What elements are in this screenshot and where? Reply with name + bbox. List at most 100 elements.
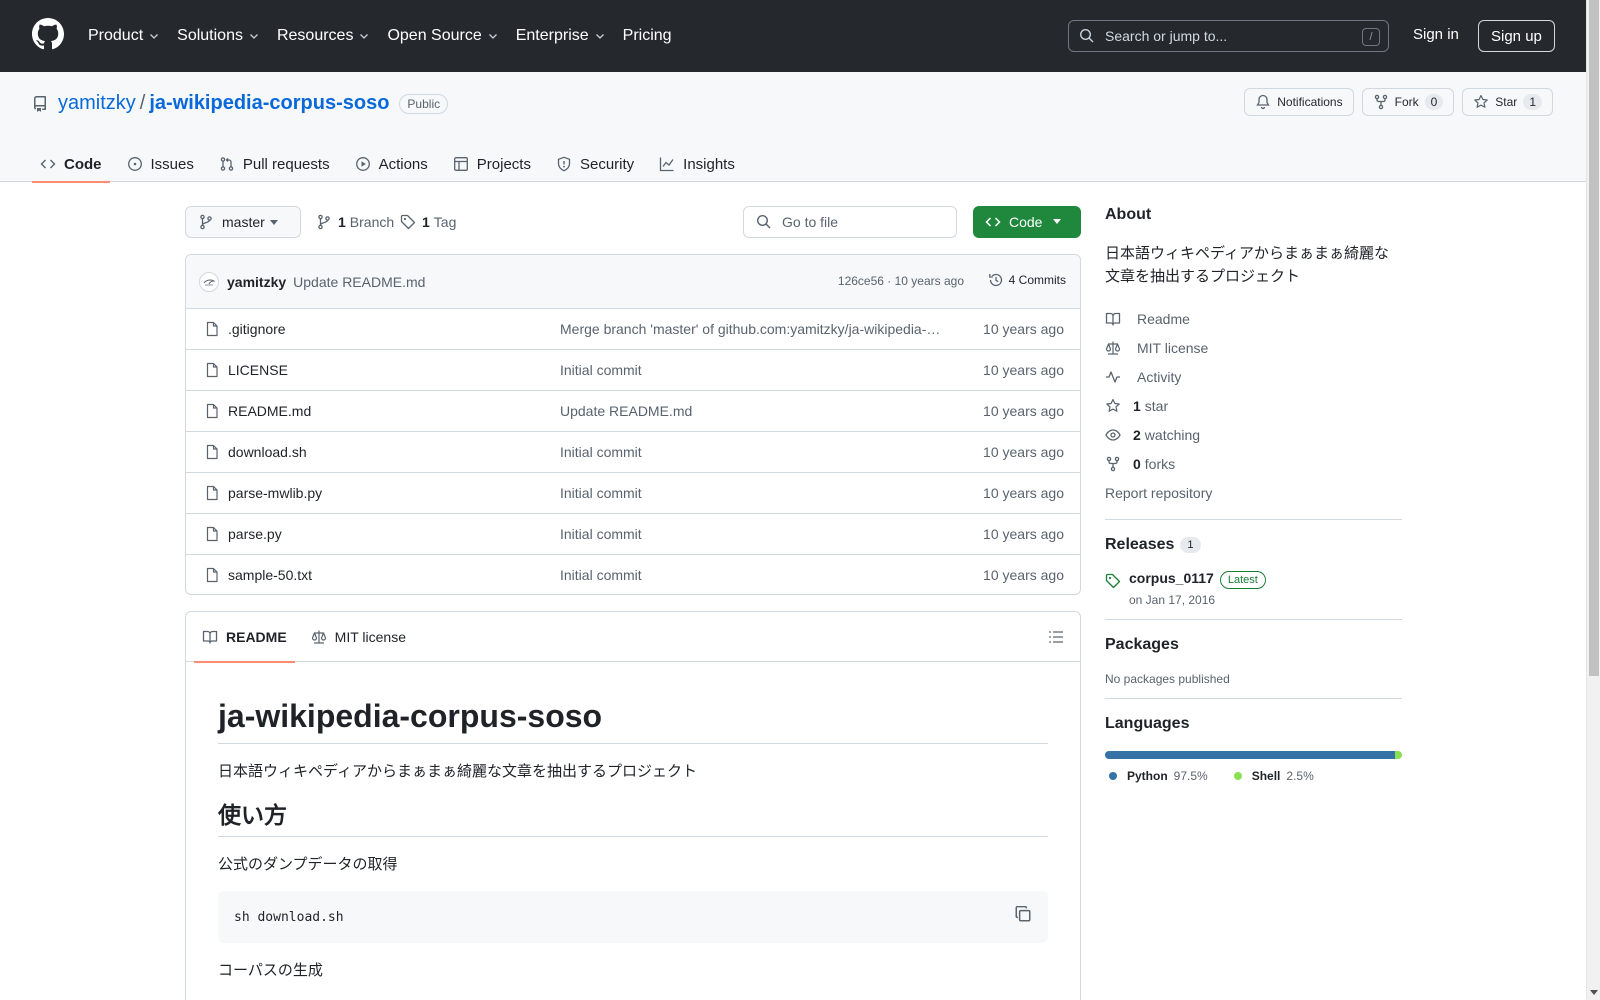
github-logo-icon[interactable] — [32, 18, 64, 50]
commits-link[interactable]: 4 Commits — [988, 272, 1066, 288]
tab-actions[interactable]: Actions — [347, 146, 436, 182]
language-python[interactable]: Python 97.5% — [1105, 769, 1208, 783]
sign-up-button[interactable]: Sign up — [1478, 20, 1555, 52]
commit-sha-date[interactable]: 126ce56 · 10 years ago — [838, 274, 964, 288]
branches-link[interactable]: 1 Branch — [316, 214, 394, 230]
nav-label: Enterprise — [515, 27, 589, 44]
fork-button[interactable]: Fork 0 — [1361, 88, 1455, 116]
file-name-link[interactable]: download.sh — [228, 444, 307, 460]
scroll-down-arrow-icon[interactable] — [1590, 988, 1598, 996]
readme-link[interactable]: Readme — [1105, 304, 1402, 333]
tab-pull-requests[interactable]: Pull requests — [211, 146, 338, 182]
tab-code[interactable]: Code — [32, 146, 110, 183]
chevron-down-icon — [595, 34, 604, 39]
tags-link[interactable]: 1 Tag — [400, 214, 456, 230]
commit-message-link[interactable]: Update README.md — [293, 274, 425, 290]
global-header: Product Solutions Resources Open Source … — [0, 0, 1586, 72]
notifications-label: Notifications — [1277, 95, 1343, 109]
file-commit-message[interactable]: Initial commit — [560, 485, 945, 501]
nav-resources[interactable]: Resources — [277, 27, 370, 45]
language-dot — [1109, 772, 1117, 780]
file-commit-message[interactable]: Initial commit — [560, 444, 945, 460]
file-date: 10 years ago — [983, 321, 1064, 337]
repo-title: yamitzky / ja-wikipedia-corpus-soso Publ… — [32, 92, 449, 115]
scrollbar-thumb[interactable] — [1589, 0, 1599, 676]
file-commit-message[interactable]: Initial commit — [560, 362, 945, 378]
copy-icon[interactable] — [1014, 905, 1032, 923]
forks-link[interactable]: 0 forks — [1105, 449, 1402, 478]
book-icon — [202, 630, 218, 644]
law-icon — [311, 630, 326, 644]
packages-heading[interactable]: Packages — [1105, 636, 1402, 654]
tab-issues[interactable]: Issues — [119, 146, 202, 182]
activity-link[interactable]: Activity — [1105, 362, 1402, 391]
page-scrollbar[interactable] — [1586, 0, 1600, 1000]
repo-name-link[interactable]: ja-wikipedia-corpus-soso — [149, 92, 389, 115]
nav-product[interactable]: Product — [88, 27, 160, 45]
caret-down-icon — [270, 220, 278, 225]
code-button-label: Code — [1009, 214, 1043, 230]
star-label: Star — [1495, 95, 1518, 109]
file-commit-message[interactable]: Initial commit — [560, 526, 945, 542]
tab-license[interactable]: MIT license — [303, 612, 414, 662]
tab-label: Insights — [683, 155, 735, 173]
book-icon — [1105, 312, 1121, 326]
branch-select[interactable]: master — [185, 206, 301, 238]
file-icon — [206, 403, 218, 419]
tab-insights[interactable]: Insights — [651, 146, 743, 182]
file-name-link[interactable]: sample-50.txt — [228, 567, 312, 583]
nav-solutions[interactable]: Solutions — [177, 27, 260, 45]
code-dropdown-button[interactable]: Code — [973, 206, 1081, 238]
notifications-button[interactable]: Notifications — [1244, 88, 1354, 116]
nav-enterprise[interactable]: Enterprise — [516, 27, 606, 45]
tab-projects[interactable]: Projects — [445, 146, 539, 182]
stars-link[interactable]: 1 star — [1105, 391, 1402, 420]
file-date: 10 years ago — [983, 567, 1064, 583]
tab-readme[interactable]: README — [194, 612, 295, 663]
nav-label: Resources — [276, 27, 354, 44]
code-text: sh download.sh — [234, 909, 344, 925]
file-commit-message[interactable]: Initial commit — [560, 567, 945, 583]
license-link[interactable]: MIT license — [1105, 333, 1402, 362]
file-commit-message[interactable]: Update README.md — [560, 403, 945, 419]
tab-security[interactable]: Security — [548, 146, 642, 182]
nav-open-source[interactable]: Open Source — [387, 27, 498, 45]
file-name-link[interactable]: parse-mwlib.py — [228, 485, 322, 501]
language-name: Shell — [1251, 769, 1281, 783]
global-search-input[interactable]: Search or jump to... / — [1068, 20, 1389, 52]
go-to-file-input[interactable]: Go to file — [743, 206, 957, 238]
language-shell[interactable]: Shell 2.5% — [1230, 769, 1314, 783]
commit-author-link[interactable]: yamitzky — [227, 274, 286, 290]
report-repository-link[interactable]: Report repository — [1105, 478, 1402, 507]
watchers-link[interactable]: 2 watching — [1105, 420, 1402, 449]
tab-label: Issues — [150, 155, 194, 173]
nav-pricing[interactable]: Pricing — [623, 27, 672, 45]
fork-icon — [1374, 94, 1387, 110]
file-name-link[interactable]: README.md — [228, 403, 311, 419]
readme-title: ja-wikipedia-corpus-soso — [218, 662, 1048, 744]
file-name-link[interactable]: LICENSE — [228, 362, 288, 378]
file-date: 10 years ago — [983, 485, 1064, 501]
tab-label: MIT license — [334, 628, 406, 645]
link-count: 0 — [1133, 455, 1141, 472]
repo-tabs: Code Issues Pull requests Actions Projec… — [32, 146, 752, 183]
file-name-link[interactable]: .gitignore — [228, 321, 286, 337]
repo-owner-link[interactable]: yamitzky — [58, 92, 136, 115]
repo-separator: / — [139, 92, 146, 114]
list-outline-icon[interactable] — [1048, 629, 1064, 645]
sign-in-link[interactable]: Sign in — [1413, 26, 1459, 43]
file-date: 10 years ago — [983, 444, 1064, 460]
avatar[interactable] — [199, 271, 219, 292]
file-name-link[interactable]: parse.py — [228, 526, 282, 542]
chevron-down-icon — [250, 34, 258, 39]
release-item[interactable]: corpus_0117 Latest on Jan 17, 2016 — [1105, 570, 1402, 607]
tab-label: Projects — [476, 155, 531, 173]
file-commit-message[interactable]: Merge branch 'master' of github.com:yami… — [560, 321, 945, 337]
chevron-down-icon — [360, 34, 369, 39]
releases-heading[interactable]: Releases 1 — [1105, 536, 1402, 554]
star-button[interactable]: Star 1 — [1462, 88, 1553, 116]
file-icon — [206, 362, 218, 378]
go-to-file-placeholder: Go to file — [782, 214, 839, 230]
nav-label: Product — [88, 27, 144, 44]
tab-label: Code — [64, 155, 102, 173]
